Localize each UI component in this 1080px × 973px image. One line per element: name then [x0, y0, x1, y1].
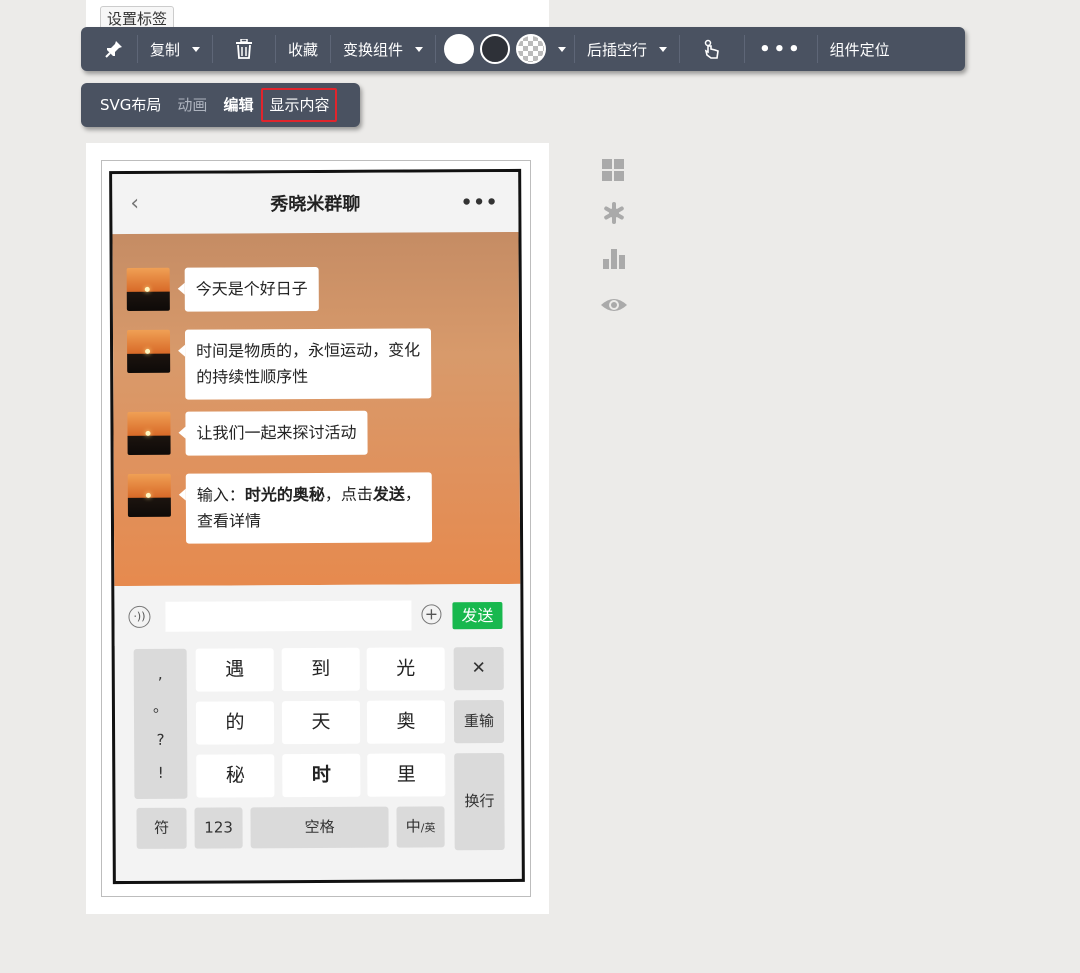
avatar [126, 267, 170, 311]
key-ao[interactable]: 奥 [366, 700, 446, 744]
svg-layout-tab[interactable]: SVG布局 [81, 83, 169, 127]
symbol-key[interactable]: 符 [136, 807, 187, 849]
chevron-down-icon[interactable] [192, 46, 201, 52]
delete-key[interactable]: ✕ [453, 647, 504, 691]
space-key[interactable]: 空格 [250, 806, 389, 849]
back-icon[interactable]: ‹ [130, 191, 139, 216]
phone-mockup: ‹ 秀晓米群聊 ••• 今天是个好日子 时间是物质的，永恒运动，变化 的持续性顺序… [109, 168, 525, 885]
numbers-key[interactable]: 123 [194, 807, 243, 849]
show-content-tab[interactable]: 显示内容 [261, 83, 338, 127]
plus-icon[interactable]: + [421, 604, 442, 625]
copy-label: 复制 [150, 40, 181, 59]
voice-icon[interactable]: ·)) [128, 605, 151, 628]
animation-tab[interactable]: 动画 [169, 83, 215, 127]
send-button[interactable]: 发送 [452, 602, 503, 630]
key-dao[interactable]: 到 [281, 647, 360, 692]
key-shi[interactable]: 时 [282, 753, 361, 798]
bar-chart-icon[interactable] [600, 245, 628, 273]
transform-component-button[interactable]: 变换组件 [331, 27, 435, 71]
copy-button[interactable]: 复制 [138, 27, 212, 71]
more-options-button[interactable]: ••• [745, 27, 817, 71]
edit-tab[interactable]: 编辑 [215, 83, 261, 127]
component-toolbar: 复制 收藏 变换组件 后插空行 ••• 组件定位 [81, 27, 965, 71]
locate-component-button[interactable]: 组件定位 [818, 27, 902, 71]
key-tian[interactable]: 天 [281, 700, 361, 745]
avatar [127, 473, 171, 517]
language-switch-key[interactable]: 中/英 [396, 806, 445, 848]
message-bubble: 今天是个好日子 [184, 266, 319, 312]
transparent-color-swatch[interactable] [516, 34, 547, 64]
chat-header: ‹ 秀晓米群聊 ••• [112, 171, 519, 235]
message-item: 今天是个好日子 [126, 266, 319, 312]
transform-label: 变换组件 [343, 40, 404, 59]
key-guang[interactable]: 光 [366, 647, 445, 691]
white-color-swatch[interactable] [444, 34, 475, 64]
chevron-down-icon[interactable] [659, 46, 668, 52]
key-mi[interactable]: 秘 [196, 754, 275, 798]
pin-icon [105, 41, 122, 58]
key-de[interactable]: 的 [195, 701, 275, 745]
message-item: 让我们一起来探讨活动 [127, 410, 368, 456]
chat-title: 秀晓米群聊 [270, 193, 361, 216]
chevron-down-icon[interactable] [415, 46, 424, 52]
insert-row-after-button[interactable]: 后插空行 [575, 27, 679, 71]
asterisk-icon[interactable] [600, 199, 628, 227]
avatar [127, 411, 171, 455]
eye-icon[interactable] [600, 291, 628, 319]
more-icon[interactable]: ••• [461, 192, 499, 213]
insert-row-label: 后插空行 [587, 40, 648, 59]
key-yu[interactable]: 遇 [195, 648, 274, 692]
trash-icon [236, 39, 253, 59]
dark-color-swatch[interactable] [480, 34, 511, 64]
pointer-button[interactable] [680, 27, 744, 71]
color-swatches [436, 27, 574, 71]
chevron-down-icon[interactable] [558, 46, 567, 52]
punctuation-key[interactable]: , 。 ? ! [133, 648, 188, 799]
message-input[interactable] [165, 600, 412, 632]
pin-button[interactable] [81, 27, 137, 71]
message-bubble: 让我们一起来探讨活动 [185, 410, 368, 456]
newline-key[interactable]: 换行 [454, 753, 505, 851]
chat-area: 今天是个好日子 时间是物质的，永恒运动，变化 的持续性顺序性 让我们一起来探讨活动… [112, 231, 521, 587]
message-bubble: 输入：时光的奥秘，点击发送， 查看详情 [185, 472, 433, 544]
component-subtoolbar: SVG布局 动画 编辑 显示内容 [81, 83, 360, 127]
message-bubble: 时间是物质的，永恒运动，变化 的持续性顺序性 [184, 328, 432, 400]
favorite-button[interactable]: 收藏 [276, 27, 330, 71]
chat-input-bar: ·)) + 发送 [114, 583, 521, 647]
key-li[interactable]: 里 [367, 753, 446, 797]
delete-button[interactable] [213, 27, 275, 71]
message-item: 时间是物质的，永恒运动，变化 的持续性顺序性 [126, 328, 432, 400]
message-item: 输入：时光的奥秘，点击发送， 查看详情 [127, 472, 433, 544]
grid-layout-icon[interactable] [600, 157, 628, 185]
reinput-key[interactable]: 重输 [453, 700, 505, 744]
avatar [126, 329, 171, 373]
hand-pointer-icon [704, 39, 719, 59]
